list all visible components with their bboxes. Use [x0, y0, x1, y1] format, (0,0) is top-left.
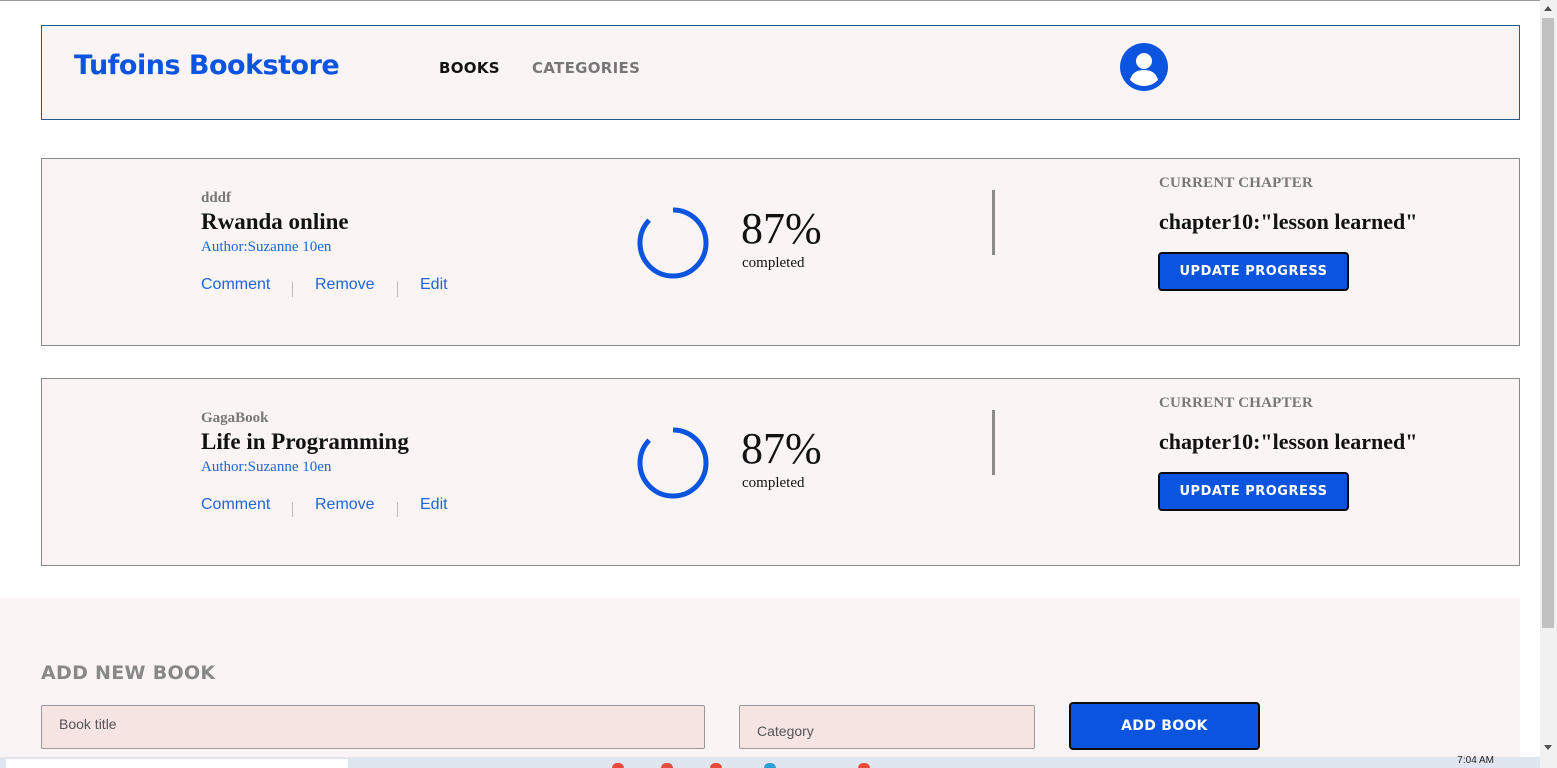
add-book-section: ADD NEW BOOK ADD BOOK [0, 598, 1520, 768]
progress-ring-icon [637, 207, 709, 279]
book-genre: dddf [201, 190, 232, 206]
brand-title[interactable]: Tufoins Bookstore [74, 50, 340, 81]
book-card: GagaBook Life in Programming Author:Suza… [41, 378, 1520, 566]
update-progress-button[interactable]: UPDATE PROGRESS [1158, 252, 1349, 291]
action-divider [397, 282, 398, 297]
book-author: Author:Suzanne 10en [201, 459, 332, 475]
scroll-thumb[interactable] [1542, 18, 1554, 628]
update-progress-button[interactable]: UPDATE PROGRESS [1158, 472, 1349, 511]
progress-percent: 87% [741, 204, 822, 253]
comment-button[interactable]: Comment [201, 496, 270, 514]
section-divider [992, 410, 995, 475]
section-divider [992, 190, 995, 255]
progress-completed-label: completed [742, 475, 805, 491]
action-divider [292, 282, 293, 297]
book-title-input[interactable] [41, 705, 705, 749]
user-silhouette-icon [1130, 53, 1158, 86]
current-chapter-label: CURRENT CHAPTER [1159, 395, 1313, 411]
header-panel: Tufoins Bookstore BOOKS CATEGORIES [41, 25, 1520, 120]
nav-link-categories[interactable]: CATEGORIES [532, 59, 640, 77]
taskbar-app-icon[interactable] [661, 763, 673, 768]
book-card: dddf Rwanda online Author:Suzanne 10en C… [41, 158, 1520, 346]
category-input[interactable] [739, 705, 1035, 749]
taskbar-app-icon[interactable] [764, 763, 776, 768]
add-book-heading: ADD NEW BOOK [41, 662, 216, 684]
nav-link-books[interactable]: BOOKS [439, 59, 500, 77]
current-chapter-label: CURRENT CHAPTER [1159, 175, 1313, 191]
edit-button[interactable]: Edit [420, 496, 448, 514]
action-divider [397, 502, 398, 517]
taskbar-app-icon[interactable] [858, 763, 870, 768]
edit-button[interactable]: Edit [420, 276, 448, 294]
progress-percent: 87% [741, 424, 822, 473]
comment-button[interactable]: Comment [201, 276, 270, 294]
book-author: Author:Suzanne 10en [201, 239, 332, 255]
progress-completed-label: completed [742, 255, 805, 271]
os-taskbar: 7:04 AM [0, 755, 1540, 768]
progress-ring-icon [637, 427, 709, 499]
vertical-scrollbar[interactable] [1540, 0, 1557, 768]
action-divider [292, 502, 293, 517]
progress-ring-arc [637, 427, 709, 499]
taskbar-app-icon[interactable] [612, 763, 624, 768]
scroll-up-arrow-icon[interactable] [1544, 6, 1552, 11]
book-title: Life in Programming [201, 429, 409, 454]
window-top-border [0, 0, 1557, 1]
remove-button[interactable]: Remove [315, 276, 375, 294]
taskbar-clock: 7:04 AM [1457, 755, 1494, 766]
current-chapter-title: chapter10:"lesson learned" [1159, 209, 1418, 234]
current-chapter-title: chapter10:"lesson learned" [1159, 429, 1418, 454]
remove-button[interactable]: Remove [315, 496, 375, 514]
book-title: Rwanda online [201, 209, 349, 234]
progress-ring-arc [637, 207, 709, 279]
taskbar-search-box[interactable] [6, 759, 348, 768]
book-genre: GagaBook [201, 410, 269, 426]
user-profile-icon[interactable] [1120, 43, 1168, 91]
add-book-button[interactable]: ADD BOOK [1069, 702, 1260, 750]
scroll-down-arrow-icon[interactable] [1544, 745, 1552, 750]
taskbar-app-icon[interactable] [710, 763, 722, 768]
